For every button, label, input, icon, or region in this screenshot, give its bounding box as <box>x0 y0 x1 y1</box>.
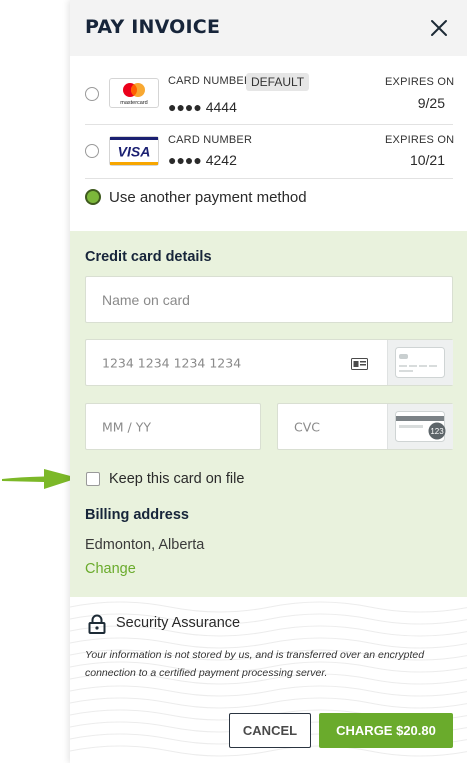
divider <box>85 178 453 179</box>
card-number-value: ●●●● 4444 <box>168 99 237 115</box>
pointer-arrow-icon <box>2 469 78 489</box>
panel-header: PAY INVOICE <box>70 0 467 56</box>
billing-address-value: Edmonton, Alberta <box>85 537 205 553</box>
radio-selected-icon[interactable] <box>84 188 102 206</box>
charge-button[interactable]: CHARGE $20.80 <box>319 713 453 748</box>
expires-label: EXPIRES ON <box>385 76 455 88</box>
billing-address-title: Billing address <box>85 507 189 523</box>
expires-label: EXPIRES ON <box>385 134 455 146</box>
default-badge: DEFAULT <box>246 73 310 91</box>
cvc-card-icon: 123 <box>395 411 446 442</box>
pay-invoice-panel: PAY INVOICE mastercard CARD NUMBER DEFAU… <box>70 0 467 763</box>
mastercard-wordmark: mastercard <box>120 100 148 106</box>
expiry-placeholder: MM / YY <box>102 419 151 434</box>
card-number-input[interactable]: 1234 1234 1234 1234 <box>85 339 453 386</box>
name-on-card-placeholder: Name on card <box>102 291 190 308</box>
saved-card-visa[interactable]: VISA CARD NUMBER ●●●● 4242 EXPIRES ON 10… <box>70 124 467 179</box>
mastercard-icon: mastercard <box>120 83 148 106</box>
visa-icon: VISA <box>110 137 158 165</box>
card-number-label: CARD NUMBER <box>168 134 253 146</box>
card-brand-placeholder <box>387 340 453 385</box>
cvc-placeholder: CVC <box>294 419 321 434</box>
keep-card-checkbox[interactable] <box>86 472 100 486</box>
cvc-input[interactable]: CVC 123 <box>277 403 453 450</box>
visa-logo: VISA <box>109 136 159 166</box>
security-assurance-text: Your information is not stored by us, an… <box>85 649 425 679</box>
credit-card-title: Credit card details <box>85 249 212 265</box>
cancel-button[interactable]: CANCEL <box>229 713 311 748</box>
visa-wordmark: VISA <box>118 144 151 160</box>
security-assurance-title: Security Assurance <box>116 615 241 631</box>
cvc-hint-box: 123 <box>387 404 453 449</box>
keep-card-label: Keep this card on file <box>109 471 245 487</box>
cvc-hint-number: 123 <box>430 427 444 436</box>
close-icon[interactable] <box>428 17 450 39</box>
card-radio-mastercard[interactable] <box>85 87 99 101</box>
card-number-label: CARD NUMBER <box>168 75 253 87</box>
expires-value: 10/21 <box>409 152 445 168</box>
card-number-placeholder: 1234 1234 1234 1234 <box>102 355 242 370</box>
generic-card-icon <box>395 347 445 378</box>
card-id-icon <box>351 358 368 370</box>
saved-card-mastercard[interactable]: mastercard CARD NUMBER DEFAULT ●●●● 4444… <box>70 66 467 121</box>
page-title: PAY INVOICE <box>85 16 221 38</box>
card-number-value: ●●●● 4242 <box>168 152 237 168</box>
expiry-input[interactable]: MM / YY <box>85 403 261 450</box>
lock-icon <box>88 614 106 634</box>
other-payment-label: Use another payment method <box>109 189 307 206</box>
name-on-card-input[interactable]: Name on card <box>85 276 453 323</box>
mastercard-logo: mastercard <box>109 78 159 108</box>
change-billing-link[interactable]: Change <box>85 561 136 577</box>
expires-value: 9/25 <box>417 95 445 111</box>
card-radio-visa[interactable] <box>85 144 99 158</box>
